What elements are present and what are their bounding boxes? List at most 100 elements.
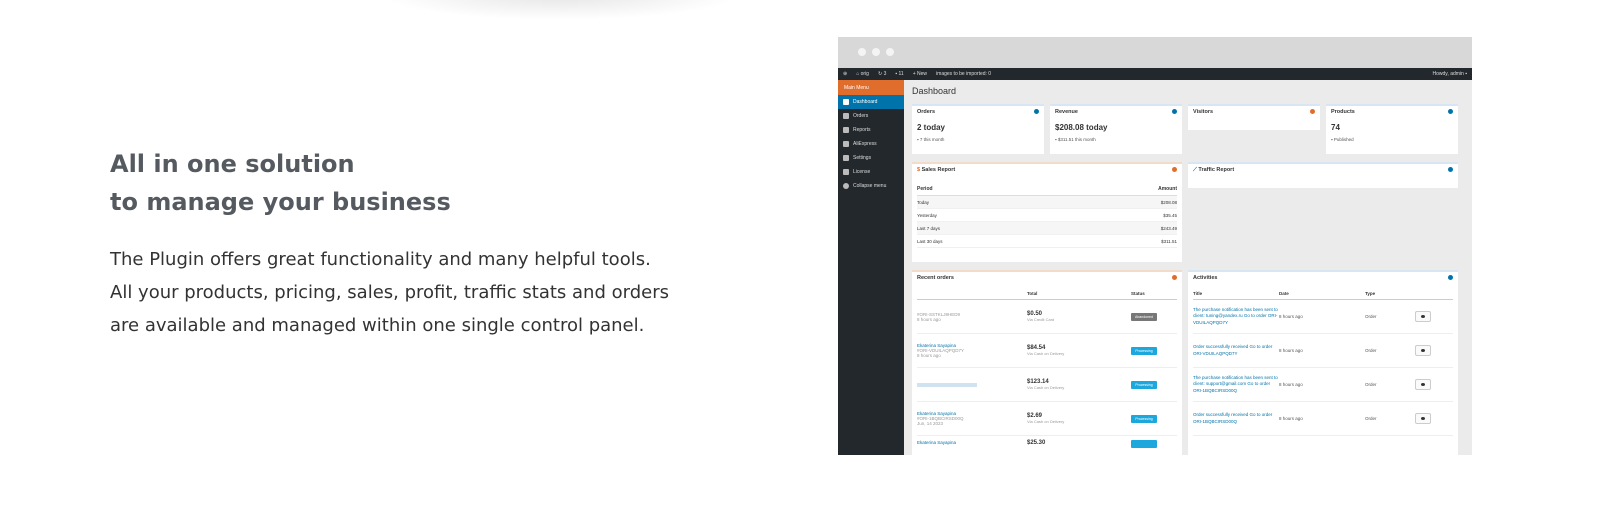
status-badge: Processing [1131,380,1157,389]
order-cell[interactable]: Ekaterina Sayapina [917,440,1027,445]
admin-bar-comments[interactable]: ▪ 11 [895,71,903,77]
admin-bar-site[interactable]: ⌂ orig [856,71,869,77]
admin-bar-notice: images to be imported: 0 [936,71,992,77]
status-badge [1131,440,1157,448]
order-cell[interactable] [917,382,1027,387]
panel-title: Recent orders [917,275,954,281]
dashboard-icon [843,99,849,105]
order-cell[interactable]: Ekaterina Sayapina #ORI-VDUILAQPQD7Y 8 hou… [917,343,1027,358]
sidebar-item-collapse[interactable]: Collapse menu [838,179,904,193]
report-header: Period Amount [917,186,1177,196]
comments-count: 11 [898,71,904,77]
info-icon[interactable] [1448,109,1453,114]
status-badge: Processing [1131,346,1157,355]
info-icon[interactable] [1448,275,1453,280]
table-row: Ekaterina Sayapina $25.30 [917,436,1177,455]
eye-icon [1421,417,1425,420]
col-title: Title [1193,291,1203,296]
col-amount: Amount [1158,186,1177,192]
sidebar-item-reports[interactable]: Reports [838,123,904,137]
order-pay: Via Cash on Delivery [1027,419,1065,424]
sidebar-item-license[interactable]: License [838,165,904,179]
sales-report-panel: $ Sales Report Period Amount Today $208.0… [912,162,1182,262]
card-title: Orders [917,109,936,115]
activity-title[interactable]: Order successfully received Go to order … [1193,412,1279,425]
info-icon[interactable] [1172,167,1177,172]
order-cell[interactable]: Ekaterina Sayapina #ORI-1BQBCIRSD00Q Jun, … [917,411,1027,426]
activity-title[interactable]: The purchase notification has been sent … [1193,375,1279,395]
sidebar-item-orders[interactable]: Orders [838,109,904,123]
chart-line-icon: ⟋ [1193,167,1197,173]
new-label: New [917,71,928,77]
card-value: 74 [1331,123,1340,132]
activity-type: Order [1365,416,1377,421]
orders-card: Orders 2 today ▪ 7 this month [912,104,1044,154]
total-cell: $0.50 Via Credit Card [1027,311,1131,322]
site-name: orig [860,71,869,77]
panel-title: Activities [1193,275,1218,281]
row-period: Last 7 days [917,225,941,231]
activities-panel: Activities Title Date Type The purchase … [1188,270,1458,455]
card-sub: ▪ 7 this month [917,137,945,142]
col-type: Type [1365,291,1376,296]
status-badge: Abandoned [1131,312,1157,321]
sidebar-item-label: Dashboard [853,99,878,105]
view-button[interactable] [1415,379,1431,390]
admin-bar-howdy[interactable]: Howdy, admin ▪ [1433,71,1467,77]
description-line-2: All your products, pricing, sales, profi… [110,282,669,303]
sidebar-item-label: Orders [853,113,869,119]
row-period: Last 30 days [917,238,943,244]
order-pay: Via Cash on Delivery [1027,385,1065,390]
row-amount: $311.51 [1161,238,1177,244]
traffic-report-panel: ⟋ Traffic Report [1188,162,1458,188]
row-period: Today [917,199,930,205]
total-cell: $2.69 Via Cash on Delivery [1027,413,1131,424]
sidebar-item-settings[interactable]: Settings [838,151,904,165]
activity-type: Order [1365,382,1377,387]
recent-orders-panel: Recent orders Total Status #ORI-SSTKLJ8H… [912,270,1182,455]
sidebar-item-label: Settings [853,155,872,161]
admin-bar-updates[interactable]: ↻ 3 [878,71,886,77]
view-button[interactable] [1415,311,1431,322]
wordpress-logo-icon[interactable]: ⊕ [843,71,847,77]
info-icon[interactable] [1172,275,1177,280]
wp-admin: Main Menu Dashboard Orders Reports AliEx… [838,80,1472,455]
total-cell: $25.30 [1027,440,1131,446]
view-button[interactable] [1415,345,1431,356]
window-dot-icon [858,48,866,56]
admin-bar: ⊕ ⌂ orig ↻ 3 ▪ 11 + New images to be imp… [838,68,1472,80]
card-sub-text: 7 this month [919,137,945,142]
order-pay: Via Cash on Delivery [1027,351,1065,356]
status-badge: Processing [1131,414,1157,423]
info-icon[interactable] [1172,109,1177,114]
col-order [917,291,1027,296]
browser-mockup: ⊕ ⌂ orig ↻ 3 ▪ 11 + New images to be imp… [838,37,1472,455]
table-row: Last 30 days $311.51 [917,235,1177,248]
aliexpress-icon [843,141,849,147]
activity-title[interactable]: Order successfully received Go to order … [1193,344,1279,357]
card-title: Visitors [1193,109,1214,115]
sidebar-item-label: Collapse menu [853,183,887,189]
order-cell[interactable]: #ORI-SSTKLJ8HED9 8 hours ago [917,312,1027,322]
sidebar-main-menu[interactable]: Main Menu [838,80,904,95]
table-row: Yesterday $35.45 [917,209,1177,222]
info-icon[interactable] [1310,109,1315,114]
admin-bar-new[interactable]: + New [913,71,927,77]
eye-icon [1421,383,1425,386]
browser-chrome [838,37,1472,68]
sidebar-item-dashboard[interactable]: Dashboard [838,95,904,109]
order-time: Jun, 14 2023 [917,421,944,426]
info-icon[interactable] [1448,167,1453,172]
card-sub: ▪ $311.51 this month [1055,137,1096,142]
sidebar-item-aliexpress[interactable]: AliExpress [838,137,904,151]
card-sub: ▪ Published [1331,137,1354,142]
sidebar-main-menu-label: Main Menu [844,84,869,91]
headline: All in one solution to manage your busin… [110,145,730,221]
updates-count: 3 [883,71,887,77]
description: The Plugin offers great functionality an… [110,243,730,342]
info-icon[interactable] [1034,109,1039,114]
view-button[interactable] [1415,413,1431,424]
card-title: Products [1331,109,1355,115]
description-line-3: are available and managed within one sin… [110,315,645,336]
activity-title[interactable]: The purchase notification has been sent … [1193,307,1279,327]
